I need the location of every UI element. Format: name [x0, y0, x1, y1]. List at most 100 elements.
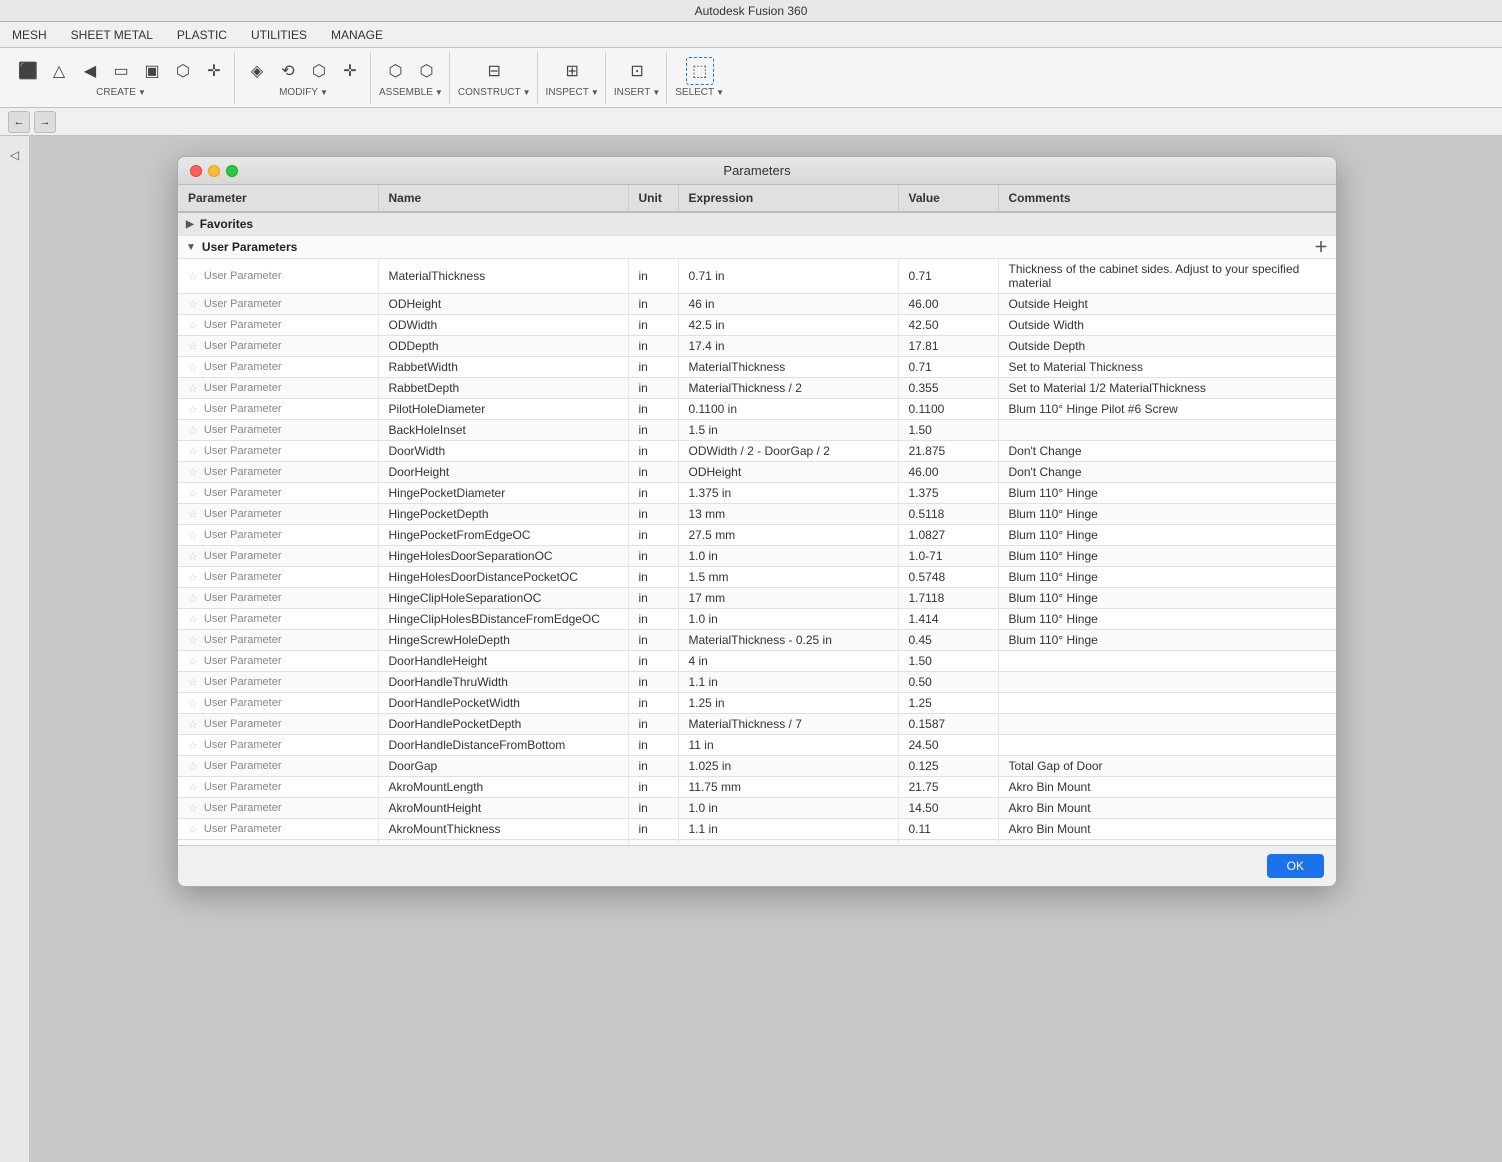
favorite-star-4[interactable]: ☆ [188, 361, 198, 374]
favorite-star-24[interactable]: ☆ [188, 781, 198, 794]
param-expression-cell-12[interactable]: 27.5 mm [678, 525, 898, 546]
param-name-cell-25[interactable]: AkroMountHeight [378, 798, 628, 819]
table-row[interactable]: ☆ User Parameter DoorGap in 1.025 in 0.1… [178, 756, 1336, 777]
table-row[interactable]: ☆ User Parameter DoorWidth in ODWidth / … [178, 441, 1336, 462]
minimize-button[interactable] [208, 165, 220, 177]
favorite-star-12[interactable]: ☆ [188, 529, 198, 542]
table-row[interactable]: ☆ User Parameter ODWidth in 42.5 in 42.5… [178, 315, 1336, 336]
favorite-star-2[interactable]: ☆ [188, 319, 198, 332]
param-name-cell-17[interactable]: HingeScrewHoleDepth [378, 630, 628, 651]
param-name-cell-4[interactable]: RabbetWidth [378, 357, 628, 378]
param-name-cell-7[interactable]: BackHoleInset [378, 420, 628, 441]
create-cylinder-icon[interactable]: △ [45, 57, 73, 85]
table-row[interactable]: ☆ User Parameter HingeHolesDoorSeparatio… [178, 546, 1336, 567]
favorite-star-0[interactable]: ☆ [188, 270, 198, 283]
create-torus-icon[interactable]: ▭ [107, 57, 135, 85]
param-expression-cell-9[interactable]: ODHeight [678, 462, 898, 483]
favorite-star-8[interactable]: ☆ [188, 445, 198, 458]
favorite-star-5[interactable]: ☆ [188, 382, 198, 395]
favorite-star-26[interactable]: ☆ [188, 823, 198, 836]
param-name-cell-8[interactable]: DoorWidth [378, 441, 628, 462]
table-row[interactable]: ☆ User Parameter AkroMountLength in 11.7… [178, 777, 1336, 798]
param-name-cell-18[interactable]: DoorHandleHeight [378, 651, 628, 672]
menu-mesh[interactable]: MESH [8, 26, 51, 44]
param-name-cell-1[interactable]: ODHeight [378, 294, 628, 315]
favorites-toggle[interactable]: ▶ [186, 219, 194, 230]
param-name-cell-21[interactable]: DoorHandlePocketDepth [378, 714, 628, 735]
param-expression-cell-15[interactable]: 17 mm [678, 588, 898, 609]
close-button[interactable] [190, 165, 202, 177]
param-expression-cell-3[interactable]: 17.4 in [678, 336, 898, 357]
param-expression-cell-22[interactable]: 11 in [678, 735, 898, 756]
table-row[interactable]: ☆ User Parameter HingePocketDiameter in … [178, 483, 1336, 504]
table-row[interactable]: ☆ User Parameter MaterialThickness in 0.… [178, 259, 1336, 294]
param-expression-cell-2[interactable]: 42.5 in [678, 315, 898, 336]
param-name-cell-10[interactable]: HingePocketDiameter [378, 483, 628, 504]
add-user-param-button[interactable]: ＋ [1314, 240, 1328, 254]
menu-sheet-metal[interactable]: SHEET METAL [67, 26, 157, 44]
favorite-star-7[interactable]: ☆ [188, 424, 198, 437]
param-name-cell-19[interactable]: DoorHandleThruWidth [378, 672, 628, 693]
table-row[interactable]: ☆ User Parameter ODHeight in 46 in 46.00… [178, 294, 1336, 315]
favorite-star-10[interactable]: ☆ [188, 487, 198, 500]
param-name-cell-9[interactable]: DoorHeight [378, 462, 628, 483]
table-row[interactable]: ☆ User Parameter DoorHeight in ODHeight … [178, 462, 1336, 483]
favorite-star-14[interactable]: ☆ [188, 571, 198, 584]
modify-chamfer-icon[interactable]: ⬡ [305, 57, 333, 85]
param-name-cell-11[interactable]: HingePocketDepth [378, 504, 628, 525]
favorite-star-1[interactable]: ☆ [188, 298, 198, 311]
param-name-cell-24[interactable]: AkroMountLength [378, 777, 628, 798]
param-name-cell-20[interactable]: DoorHandlePocketWidth [378, 693, 628, 714]
table-row[interactable]: ☆ User Parameter AkroMountHeight in 1.0 … [178, 798, 1336, 819]
param-name-cell-23[interactable]: DoorGap [378, 756, 628, 777]
param-expression-cell-6[interactable]: 0.1100 in [678, 399, 898, 420]
param-expression-cell-20[interactable]: 1.25 in [678, 693, 898, 714]
create-sphere-icon[interactable]: ◀ [76, 57, 104, 85]
favorite-star-18[interactable]: ☆ [188, 655, 198, 668]
favorite-star-17[interactable]: ☆ [188, 634, 198, 647]
param-expression-cell-10[interactable]: 1.375 in [678, 483, 898, 504]
insert-icon[interactable]: ⊡ [623, 57, 651, 85]
param-name-cell-16[interactable]: HingeClipHolesBDistanceFromEdgeOC [378, 609, 628, 630]
param-expression-cell-1[interactable]: 46 in [678, 294, 898, 315]
parameters-table-container[interactable]: Parameter Name Unit Expression Value Com… [178, 185, 1336, 845]
param-expression-cell-23[interactable]: 1.025 in [678, 756, 898, 777]
favorite-star-27[interactable]: ☆ [188, 844, 198, 846]
favorite-star-13[interactable]: ☆ [188, 550, 198, 563]
param-name-cell-13[interactable]: HingeHolesDoorSeparationOC [378, 546, 628, 567]
param-expression-cell-19[interactable]: 1.1 in [678, 672, 898, 693]
favorite-star-11[interactable]: ☆ [188, 508, 198, 521]
table-row[interactable]: ☆ User Parameter DoorHandlePocketDepth i… [178, 714, 1336, 735]
table-row[interactable]: ☆ User Parameter AkroMountThickness in 1… [178, 819, 1336, 840]
select-icon[interactable]: ⬚ [686, 57, 714, 85]
table-row[interactable]: ☆ User Parameter HingePocketDepth in 13 … [178, 504, 1336, 525]
param-name-cell-0[interactable]: MaterialThickness [378, 259, 628, 294]
create-more-icon[interactable]: ✛ [200, 57, 228, 85]
table-row[interactable]: ☆ User Parameter DoorHandleDistanceFromB… [178, 735, 1336, 756]
assemble-new-component-icon[interactable]: ⬡ [381, 57, 409, 85]
create-pipe-icon[interactable]: ⬡ [169, 57, 197, 85]
user-params-toggle[interactable]: ▼ [186, 242, 196, 253]
param-expression-cell-25[interactable]: 1.0 in [678, 798, 898, 819]
table-row[interactable]: ☆ User Parameter HingeClipHoleSeparation… [178, 588, 1336, 609]
construct-offset-plane-icon[interactable]: ⊟ [480, 57, 508, 85]
modify-press-pull-icon[interactable]: ◈ [243, 57, 271, 85]
favorite-star-6[interactable]: ☆ [188, 403, 198, 416]
table-row[interactable]: ☆ User Parameter BackHoleInset in 1.5 in… [178, 420, 1336, 441]
param-name-cell-14[interactable]: HingeHolesDoorDistancePocketOC [378, 567, 628, 588]
favorite-star-15[interactable]: ☆ [188, 592, 198, 605]
favorite-star-3[interactable]: ☆ [188, 340, 198, 353]
favorite-star-9[interactable]: ☆ [188, 466, 198, 479]
favorite-star-20[interactable]: ☆ [188, 697, 198, 710]
table-row[interactable]: ☆ User Parameter RabbetDepth in Material… [178, 378, 1336, 399]
param-expression-cell-11[interactable]: 13 mm [678, 504, 898, 525]
maximize-button[interactable] [226, 165, 238, 177]
menu-plastic[interactable]: PLASTIC [173, 26, 231, 44]
param-expression-cell-26[interactable]: 1.1 in [678, 819, 898, 840]
favorite-star-19[interactable]: ☆ [188, 676, 198, 689]
param-expression-cell-4[interactable]: MaterialThickness [678, 357, 898, 378]
table-row[interactable]: ☆ User Parameter HingeClipHolesBDistance… [178, 609, 1336, 630]
modify-move-icon[interactable]: ✛ [336, 57, 364, 85]
ok-button[interactable]: OK [1267, 854, 1324, 878]
param-expression-cell-18[interactable]: 4 in [678, 651, 898, 672]
